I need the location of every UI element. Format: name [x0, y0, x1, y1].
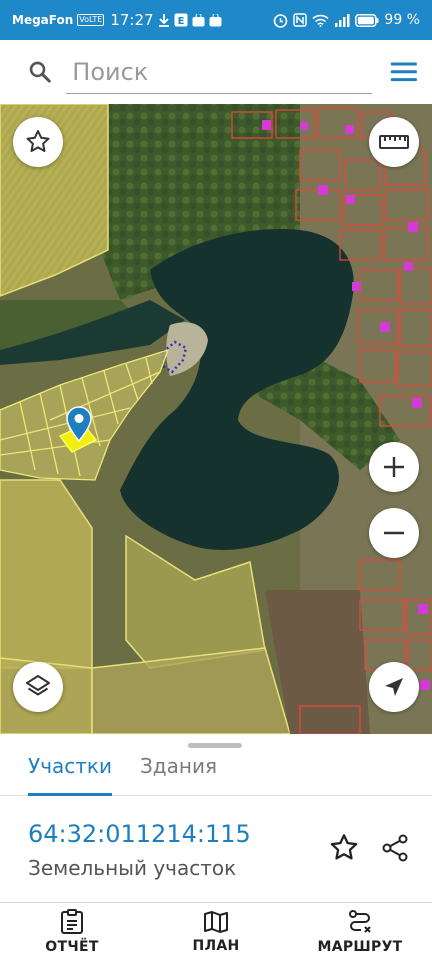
alarm-icon [273, 13, 288, 28]
status-time: 17:27 [110, 11, 154, 29]
report-icon [61, 908, 83, 934]
bag-icon [209, 13, 222, 27]
nav-route[interactable]: МАРШРУТ [288, 903, 432, 960]
volte-badge: VoLTE [77, 14, 105, 26]
carrier-name: MegaFon [12, 13, 74, 27]
satellite-map[interactable] [0, 104, 432, 734]
download-icon [158, 13, 170, 27]
parcel-info-sheet: Участки Здания 64:32:011214:115 Земельны… [0, 734, 432, 902]
map-view[interactable] [0, 104, 432, 734]
e-app-icon: E [174, 13, 188, 27]
svg-text:E: E [177, 16, 184, 27]
tab-parcels[interactable]: Участки [28, 748, 112, 796]
favorites-button[interactable] [13, 117, 63, 167]
nav-route-label: МАРШРУТ [317, 938, 403, 955]
wifi-icon [312, 14, 329, 27]
sheet-tabs: Участки Здания [0, 748, 432, 796]
route-icon [349, 909, 371, 933]
layers-button[interactable] [13, 662, 63, 712]
battery-level: 99 % [384, 12, 420, 28]
battery-icon [355, 13, 379, 27]
bottom-navigation: ОТЧЁТ ПЛАН МАРШРУТ [0, 902, 432, 960]
location-pin-icon[interactable] [66, 406, 92, 442]
star-icon [330, 834, 358, 860]
menu-icon[interactable] [390, 59, 418, 85]
search-icon[interactable] [28, 58, 52, 86]
search-input[interactable] [66, 50, 373, 94]
minus-icon [384, 531, 404, 535]
plus-icon [384, 457, 404, 477]
cadastral-number[interactable]: 64:32:011214:115 [28, 820, 251, 848]
nfc-icon [293, 13, 308, 27]
navigation-arrow-icon [385, 678, 403, 696]
ruler-button[interactable] [369, 117, 419, 167]
status-bar: MegaFon VoLTE 17:27 E 99 % [0, 0, 432, 40]
nav-report-label: ОТЧЁТ [45, 938, 99, 955]
share-button[interactable] [377, 830, 413, 866]
bag-icon [192, 13, 205, 27]
ruler-icon [379, 135, 409, 149]
signal-icon [334, 13, 350, 27]
search-bar [0, 40, 432, 104]
zoom-in-button[interactable] [369, 442, 419, 492]
nav-report[interactable]: ОТЧЁТ [0, 903, 144, 960]
nav-plan[interactable]: ПЛАН [144, 903, 288, 960]
zoom-out-button[interactable] [369, 508, 419, 558]
favorite-parcel-button[interactable] [326, 830, 362, 866]
parcel-type: Земельный участок [28, 856, 237, 880]
nav-plan-label: ПЛАН [192, 937, 240, 954]
tab-buildings[interactable]: Здания [140, 748, 217, 794]
layers-icon [26, 675, 50, 696]
star-icon [26, 130, 50, 152]
map-icon [204, 910, 228, 933]
my-location-button[interactable] [369, 662, 419, 712]
share-icon [382, 834, 408, 862]
